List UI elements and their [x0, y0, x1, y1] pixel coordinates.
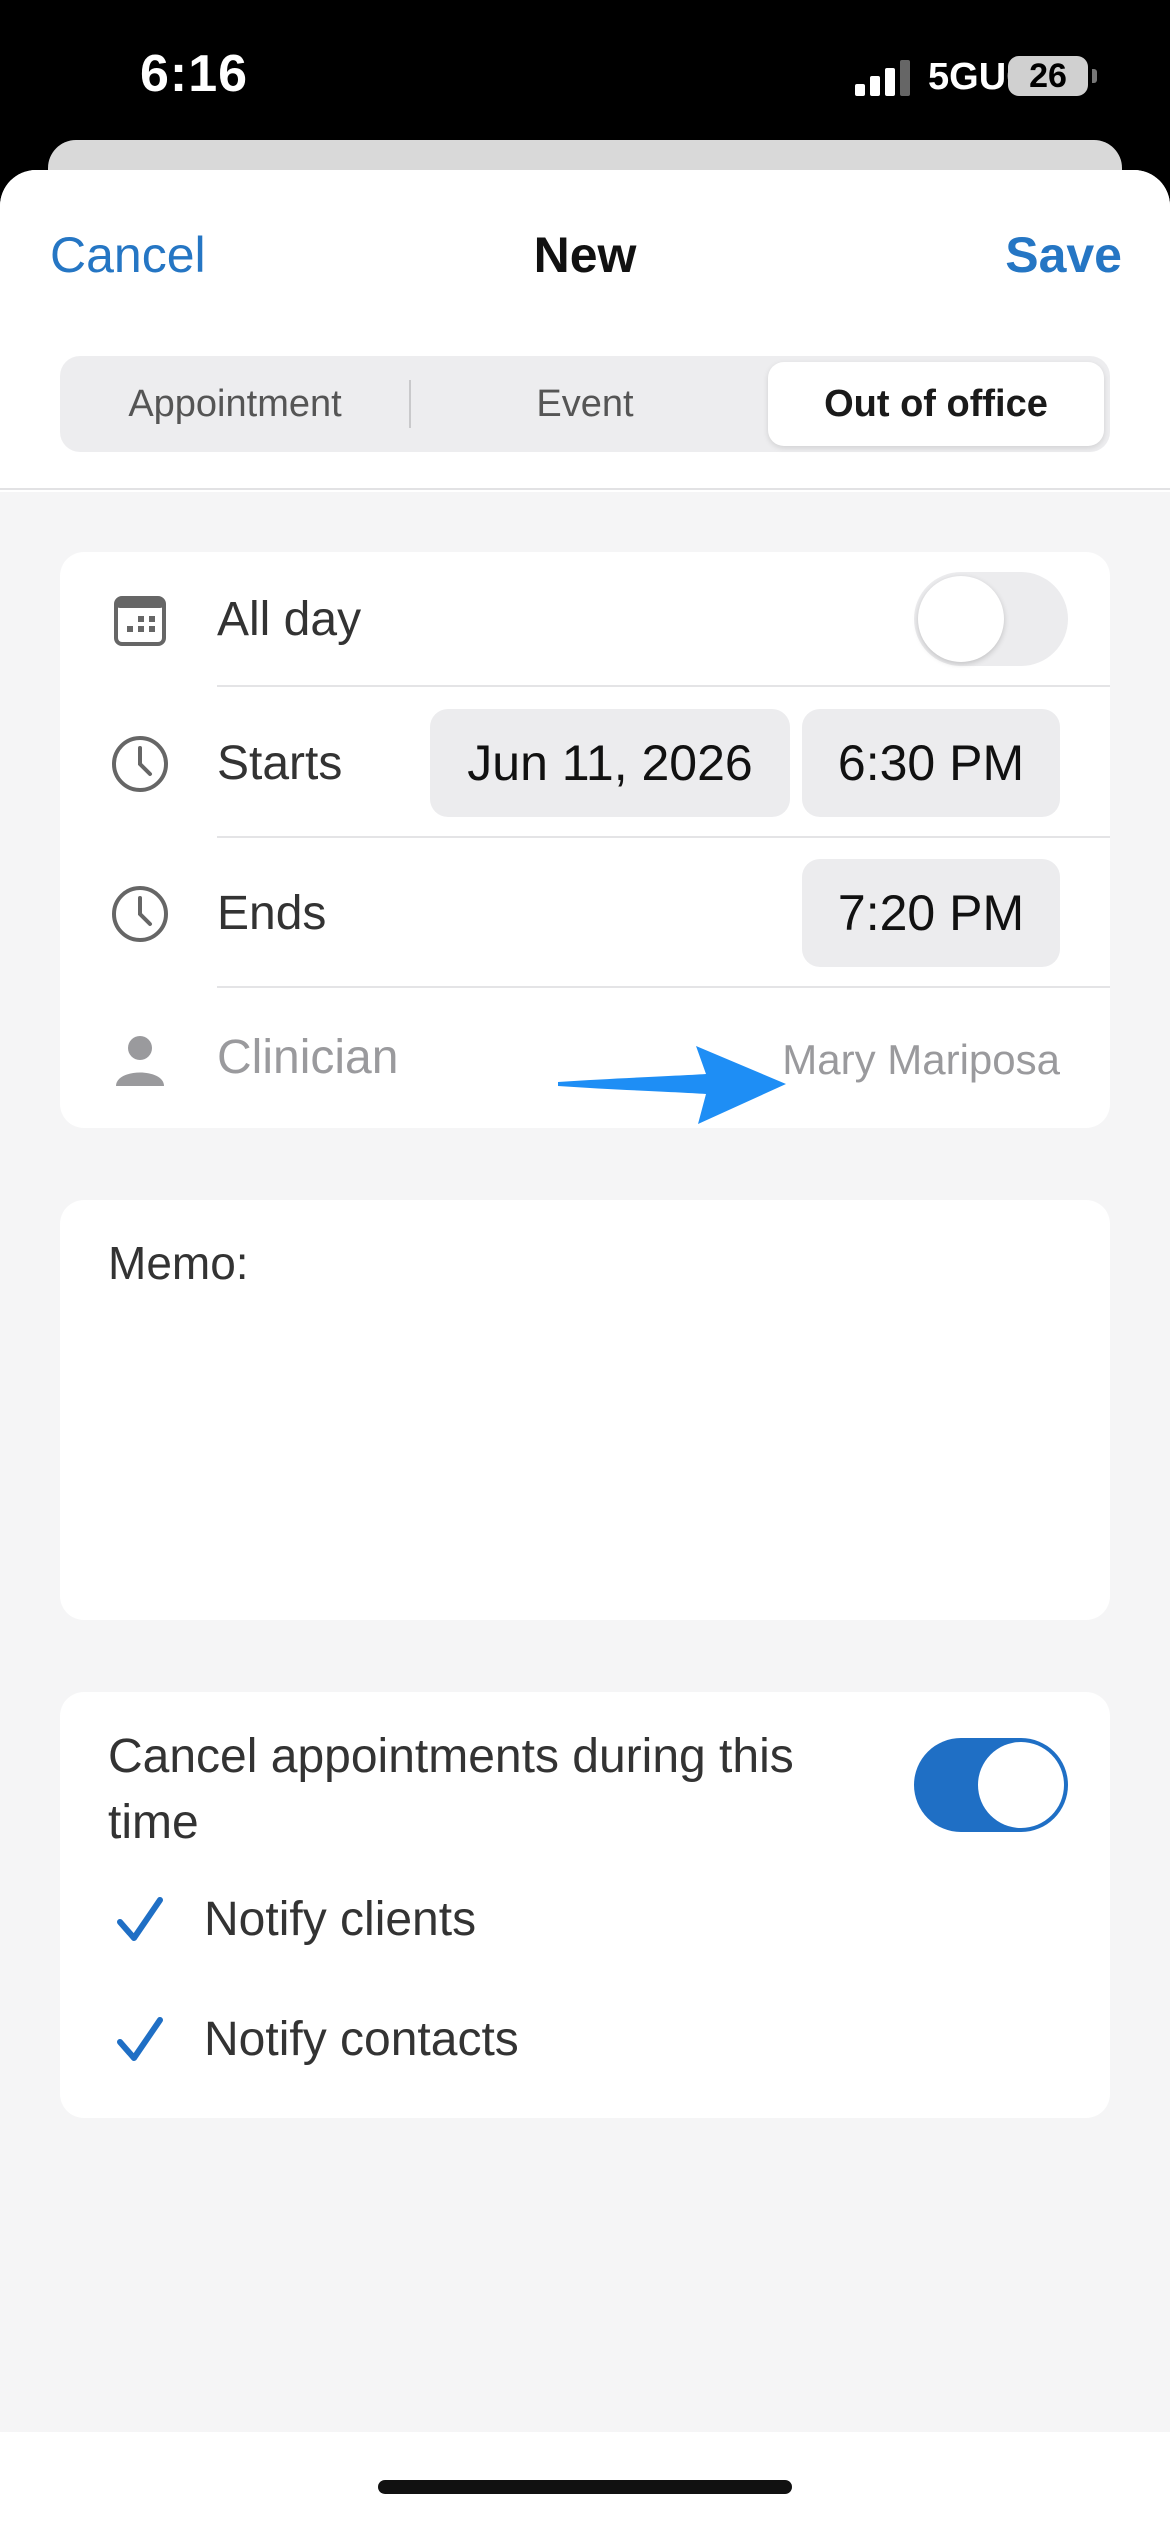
page-title: New: [533, 227, 637, 283]
cancel-appointments-card: Cancel appointments during this time Not…: [60, 1692, 1110, 2118]
memo-field[interactable]: Memo:: [60, 1200, 1110, 1620]
segment-event[interactable]: Event: [410, 356, 760, 452]
type-segmented-control: Appointment Event Out of office: [60, 356, 1110, 452]
clock-icon: [112, 736, 168, 792]
form-content: All day Starts Jun 11, 2026 6:30 PM Ends…: [0, 492, 1170, 2432]
clinician-value[interactable]: Mary Mariposa: [782, 1036, 1060, 1084]
home-indicator[interactable]: [378, 2480, 792, 2494]
toggle-knob: [918, 576, 1004, 662]
clock-icon: [112, 886, 168, 942]
toggle-knob: [978, 1742, 1064, 1828]
battery-icon: 26: [1008, 56, 1088, 96]
calendar-icon: [114, 596, 166, 646]
segment-appointment[interactable]: Appointment: [60, 356, 410, 452]
starts-label: Starts: [217, 737, 343, 790]
new-event-sheet: Cancel New Save Appointment Event Out of…: [0, 170, 1170, 2532]
all-day-label: All day: [217, 593, 362, 646]
clinician-label: Clinician: [217, 1031, 399, 1084]
battery-tip: [1092, 69, 1097, 83]
memo-label: Memo:: [108, 1237, 249, 1289]
cancel-appointments-label: Cancel appointments during this time: [108, 1730, 794, 1849]
status-time: 6:16: [140, 45, 249, 103]
ends-label: Ends: [217, 887, 327, 940]
divider: [217, 685, 1110, 687]
signal-icon: [855, 60, 910, 96]
all-day-toggle[interactable]: [914, 572, 1068, 666]
divider: [217, 836, 1110, 838]
person-icon: [116, 1036, 164, 1086]
divider: [217, 986, 1110, 988]
notify-clients-label[interactable]: Notify clients: [204, 1892, 476, 1947]
checkmark-icon[interactable]: [112, 1892, 168, 1948]
nav-bar: Cancel New Save Appointment Event Out of…: [0, 170, 1170, 490]
start-date-picker[interactable]: Jun 11, 2026: [430, 709, 790, 817]
annotation-arrow-icon: [558, 1046, 786, 1124]
save-button[interactable]: Save: [1005, 226, 1122, 284]
start-time-picker[interactable]: 6:30 PM: [802, 709, 1060, 817]
notify-contacts-label[interactable]: Notify contacts: [204, 2012, 519, 2067]
cancel-appointments-toggle[interactable]: [914, 1738, 1068, 1832]
segment-out-of-office[interactable]: Out of office: [768, 362, 1104, 446]
checkmark-icon[interactable]: [112, 2012, 168, 2068]
status-bar: 6:16 5GUC 26: [0, 0, 1170, 150]
end-time-picker[interactable]: 7:20 PM: [802, 859, 1060, 967]
